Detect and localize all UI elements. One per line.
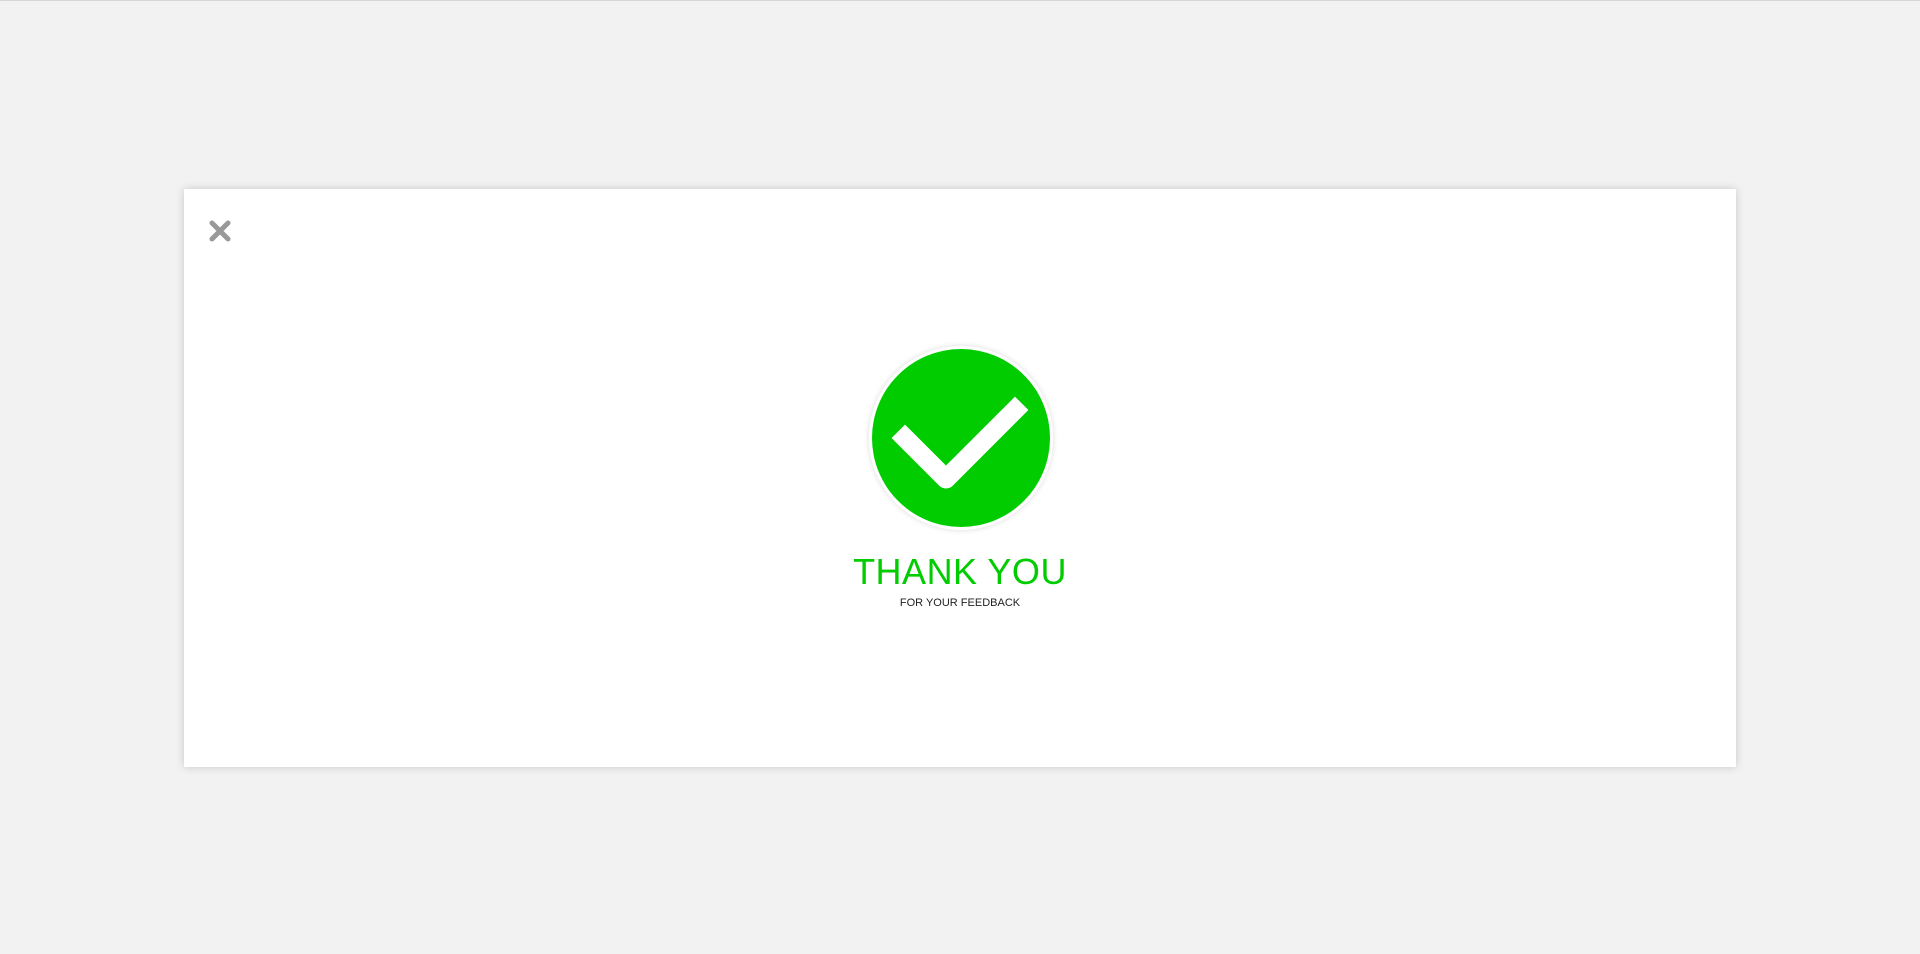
close-icon bbox=[209, 220, 231, 242]
success-badge bbox=[869, 346, 1053, 530]
top-border bbox=[0, 0, 1920, 1]
close-button[interactable] bbox=[206, 217, 234, 245]
checkmark-circle-icon bbox=[869, 346, 1053, 530]
feedback-modal: THANK YOU FOR YOUR FEEDBACK bbox=[184, 189, 1736, 767]
thank-you-title: THANK YOU bbox=[853, 551, 1067, 592]
feedback-subtitle: FOR YOUR FEEDBACK bbox=[899, 597, 1021, 609]
